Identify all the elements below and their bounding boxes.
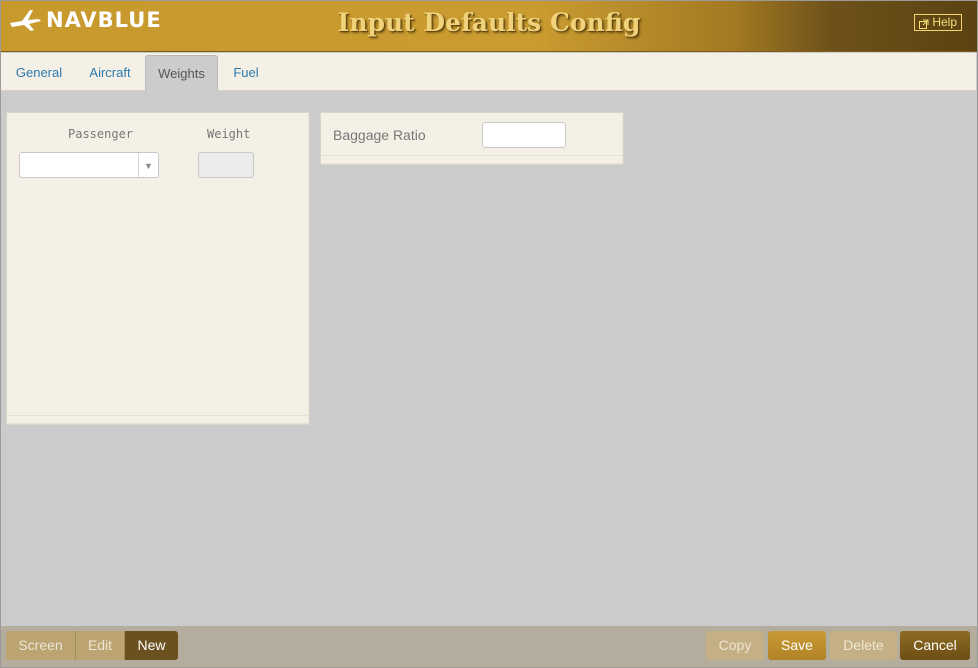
mode-screen-button[interactable]: Screen — [6, 631, 76, 660]
mode-switch: Screen Edit New — [6, 631, 178, 660]
tab-weights[interactable]: Weights — [145, 55, 218, 91]
passenger-column-header: Passenger — [68, 127, 134, 141]
chevron-down-icon[interactable]: ▼ — [138, 153, 158, 177]
bottom-toolbar: Screen Edit New Copy Save Delete Cancel — [0, 626, 978, 668]
baggage-ratio-input[interactable] — [482, 122, 566, 148]
panel-footer — [7, 415, 309, 424]
mode-edit-button[interactable]: Edit — [76, 631, 125, 660]
passenger-weights-panel: Passenger Weight ▼ — [6, 112, 310, 425]
tab-general[interactable]: General — [3, 55, 75, 91]
copy-button[interactable]: Copy — [706, 631, 764, 660]
tab-fuel[interactable]: Fuel — [220, 55, 272, 91]
delete-button[interactable]: Delete — [830, 631, 897, 660]
passenger-select[interactable]: ▼ — [19, 152, 159, 178]
mode-new-button[interactable]: New — [125, 631, 178, 660]
external-link-icon — [919, 18, 929, 29]
page-title: Input Defaults Config — [337, 8, 641, 37]
panel-footer — [321, 155, 623, 164]
app-header: NAVBLUE Input Defaults Config Help — [0, 0, 978, 52]
cancel-button[interactable]: Cancel — [900, 631, 970, 660]
weight-input[interactable] — [198, 152, 254, 178]
baggage-ratio-label: Baggage Ratio — [333, 127, 426, 143]
tab-aircraft[interactable]: Aircraft — [77, 55, 143, 91]
help-button[interactable]: Help — [914, 14, 962, 31]
baggage-panel: Baggage Ratio — [320, 112, 624, 165]
tab-bar: General Aircraft Weights Fuel — [1, 53, 976, 91]
help-label: Help — [932, 15, 957, 29]
weight-column-header: Weight — [207, 127, 251, 141]
save-button[interactable]: Save — [768, 631, 826, 660]
